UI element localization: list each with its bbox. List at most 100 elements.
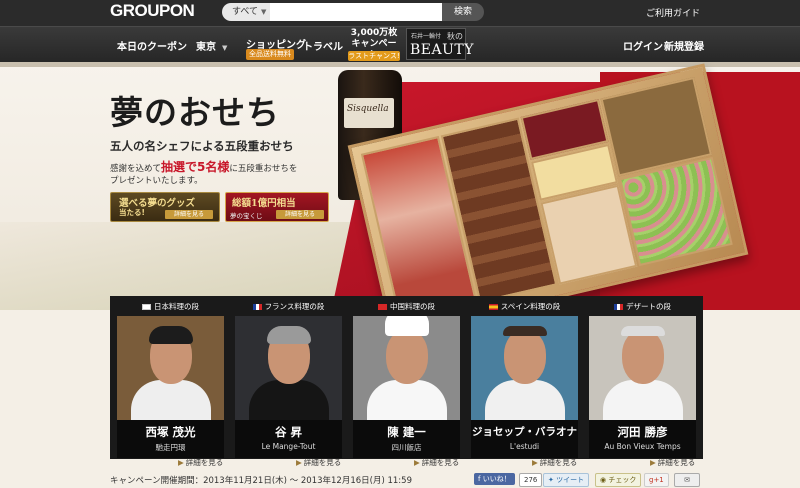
hero-stripe bbox=[0, 62, 800, 67]
promo-goods-banner[interactable]: 選べる夢のグッズ 当たる! 詳細を見る bbox=[110, 192, 220, 222]
campaign-period: キャンペーン開催期間：2013年11月21日(木) 〜 2013年12月16日(… bbox=[110, 476, 412, 486]
tweet-button[interactable]: ✦ ツイート bbox=[543, 473, 590, 487]
chef-face bbox=[386, 330, 428, 384]
box-cell bbox=[540, 184, 638, 285]
hero-description: 感謝を込めて抽選で5名様に五段重おせちを bbox=[110, 158, 297, 175]
chef-card-header-label: スペイン料理の段 bbox=[500, 302, 561, 311]
spain-flag-icon bbox=[488, 304, 498, 310]
france-flag-icon bbox=[614, 304, 623, 310]
chef-body bbox=[131, 380, 211, 420]
chef-card-header-label: 日本料理の段 bbox=[154, 302, 199, 311]
chef-restaurant: Au Bon Vieux Temps bbox=[604, 442, 681, 451]
detail-link-label: 詳細を見る bbox=[539, 458, 578, 467]
promo2-sub: 夢の宝くじ bbox=[230, 212, 263, 220]
chef-name: 谷 昇 bbox=[274, 425, 302, 439]
nav-today-coupons[interactable]: 本日のクーポン bbox=[117, 38, 187, 53]
chef-restaurant: 馳走円環 bbox=[155, 443, 186, 452]
chef-detail-link[interactable]: ▶ 詳細を見る bbox=[650, 457, 695, 468]
chef-hair bbox=[267, 326, 311, 344]
mixi-label: チェック bbox=[608, 476, 637, 484]
promo2-title: 総額1億円相当 bbox=[232, 198, 296, 209]
chef-body bbox=[249, 380, 329, 420]
chef-card-header-label: フランス料理の段 bbox=[264, 302, 325, 311]
chef-body bbox=[485, 380, 565, 420]
chef-card-french[interactable]: フランス料理の段 谷 昇 Le Mange-Tout bbox=[232, 300, 345, 458]
chef-card-header: スペイン料理の段 bbox=[468, 300, 581, 314]
china-flag-icon bbox=[378, 304, 387, 310]
promo-lottery-banner[interactable]: 総額1億円相当 夢の宝くじ 詳細を見る bbox=[225, 192, 329, 222]
hero-subtitle: 五人の名シェフによる五段重おせち bbox=[110, 139, 294, 153]
chef-body bbox=[603, 380, 683, 420]
chef-card-chinese[interactable]: 中国料理の段 陳 建一 四川飯店 bbox=[350, 300, 463, 458]
chef-name: 河田 勝彦 bbox=[617, 425, 668, 439]
chef-card-dessert[interactable]: デザートの段 河田 勝彦 Au Bon Vieux Temps bbox=[586, 300, 699, 458]
chef-card-header-label: 中国料理の段 bbox=[390, 302, 435, 311]
chevron-down-icon: ▼ bbox=[222, 44, 228, 52]
chef-card-spanish[interactable]: スペイン料理の段 ジョセップ・バラオナ L'estudi bbox=[468, 300, 581, 458]
desc-highlight: 抽選で5名様 bbox=[161, 160, 230, 174]
chef-face bbox=[622, 330, 664, 384]
chevron-down-icon: ▼ bbox=[261, 8, 267, 16]
login-link[interactable]: ログイン bbox=[623, 38, 663, 53]
bottle-label-text: Sisquella bbox=[347, 104, 389, 114]
chef-card-header: 日本料理の段 bbox=[114, 300, 227, 314]
hero-title: 夢のおせち bbox=[110, 93, 280, 132]
chef-card-header: 中国料理の段 bbox=[350, 300, 463, 314]
desc-pre: 感謝を込めて bbox=[110, 164, 162, 174]
top-bar: GROUPON すべて ▼ 検索 ご利用ガイド bbox=[0, 0, 800, 26]
signup-link[interactable]: 新規登録 bbox=[664, 38, 704, 53]
chef-restaurant: 四川飯店 bbox=[391, 443, 422, 452]
arrow-right-icon: ▶ bbox=[178, 458, 184, 467]
detail-link-label: 詳細を見る bbox=[185, 458, 224, 467]
chef-face bbox=[504, 330, 546, 384]
facebook-like-button[interactable]: f いいね！ bbox=[474, 473, 515, 485]
chef-name-area: ジョセップ・バラオナ L'estudi bbox=[471, 420, 578, 458]
mixi-check-button[interactable]: ◉ チェック bbox=[595, 473, 642, 487]
chef-name: ジョセップ・バラオナ bbox=[472, 426, 577, 438]
chef-name: 西塚 茂光 bbox=[145, 425, 196, 439]
campaign-last-chance-badge: ラストチャンス! bbox=[348, 51, 400, 61]
detail-link-label: 詳細を見る bbox=[657, 458, 696, 467]
arrow-right-icon: ▶ bbox=[532, 458, 538, 467]
nav-travel[interactable]: トラベル bbox=[303, 38, 343, 53]
hero-banner[interactable]: Sisquella 夢のおせち 五人の名シェフによる五段重おせち 感謝を込めて抽… bbox=[0, 62, 800, 310]
promo1-detail-button[interactable]: 詳細を見る bbox=[165, 210, 213, 219]
detail-link-label: 詳細を見る bbox=[421, 458, 460, 467]
chef-detail-link[interactable]: ▶ 詳細を見る bbox=[414, 457, 459, 468]
shopping-free-shipping-badge: 全品送料無料 bbox=[246, 49, 294, 60]
gplus-button[interactable]: g+1 bbox=[644, 473, 669, 487]
japan-flag-icon bbox=[142, 304, 151, 310]
campaign-line1: 3,000万枚 bbox=[350, 28, 398, 38]
nav-area-tokyo[interactable]: 東京 ▼ bbox=[196, 38, 227, 53]
chef-photo bbox=[589, 316, 696, 420]
chef-detail-link[interactable]: ▶ 詳細を見る bbox=[296, 457, 341, 468]
mail-icon[interactable]: ✉ bbox=[674, 473, 700, 487]
chef-card-header: デザートの段 bbox=[586, 300, 699, 314]
detail-link-label: 詳細を見る bbox=[303, 458, 342, 467]
chef-restaurant: L'estudi bbox=[509, 442, 540, 451]
chef-card-japanese[interactable]: 日本料理の段 西塚 茂光 馳走円環 bbox=[114, 300, 227, 458]
like-label: いいね！ bbox=[482, 475, 511, 483]
arrow-right-icon: ▶ bbox=[296, 458, 302, 467]
arrow-right-icon: ▶ bbox=[414, 458, 420, 467]
guide-link[interactable]: ご利用ガイド bbox=[646, 6, 700, 19]
chef-hair bbox=[621, 326, 665, 336]
promo1-title2: 当たる! bbox=[119, 208, 145, 217]
chef-photo bbox=[471, 316, 578, 420]
search-scope-select[interactable]: すべて ▼ bbox=[222, 3, 270, 21]
chef-detail-link[interactable]: ▶ 詳細を見る bbox=[532, 457, 577, 468]
arrow-right-icon: ▶ bbox=[650, 458, 656, 467]
chef-detail-link[interactable]: ▶ 詳細を見る bbox=[178, 457, 223, 468]
beauty-banner[interactable]: 石井一輪付 秋の BEAUTY bbox=[406, 28, 474, 60]
search-scope-label: すべて bbox=[232, 7, 259, 17]
like-count: 276 bbox=[519, 473, 543, 487]
chef-hat bbox=[385, 316, 429, 336]
chef-photo bbox=[353, 316, 460, 420]
groupon-logo[interactable]: GROUPON bbox=[110, 1, 195, 21]
promo2-detail-button[interactable]: 詳細を見る bbox=[276, 210, 324, 219]
nav-area-label: 東京 bbox=[196, 42, 216, 53]
search-input[interactable] bbox=[270, 3, 442, 21]
search-button[interactable]: 検索 bbox=[442, 3, 484, 21]
chef-name-area: 河田 勝彦 Au Bon Vieux Temps bbox=[589, 420, 696, 458]
beauty-word: BEAUTY bbox=[410, 42, 474, 58]
